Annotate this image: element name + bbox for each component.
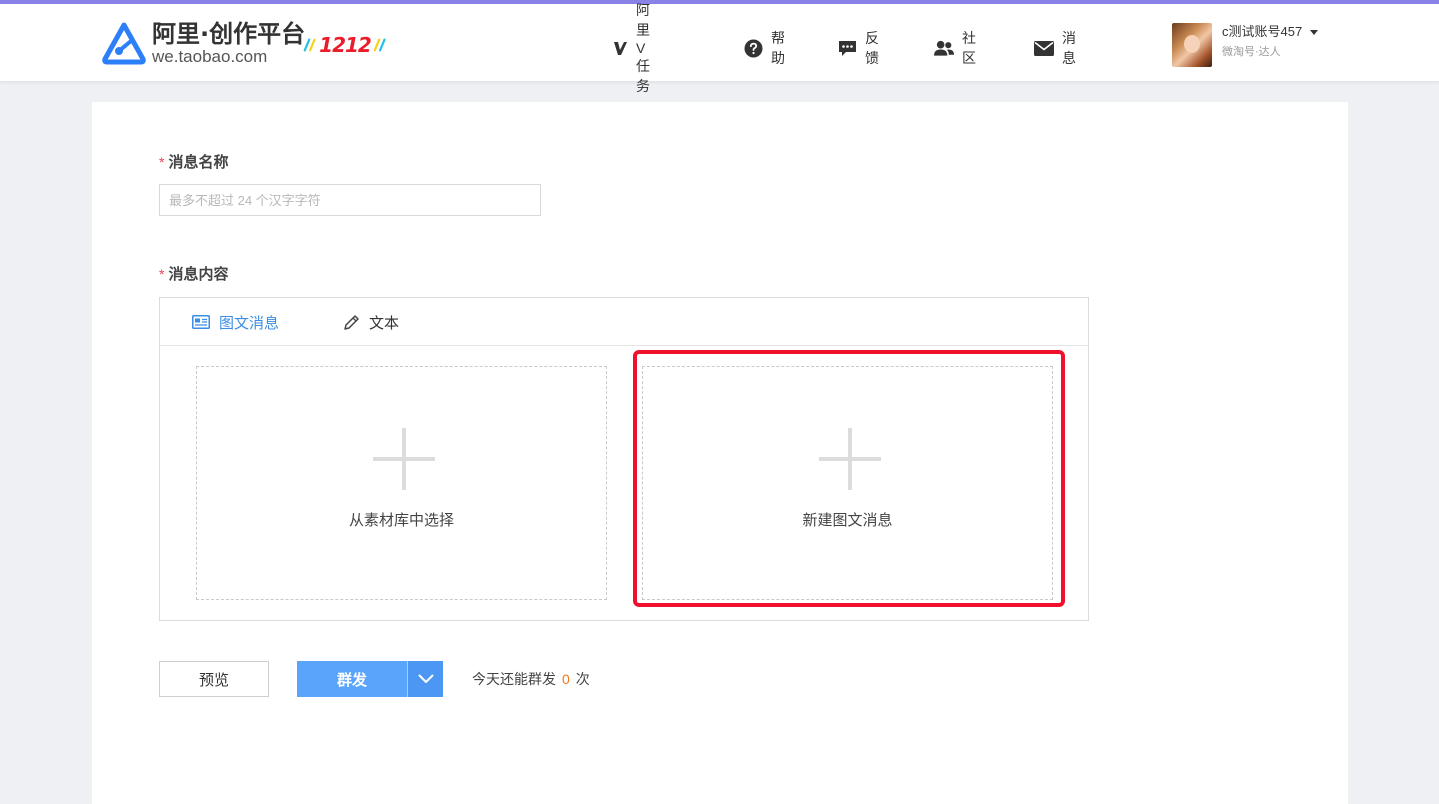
v-icon — [612, 38, 628, 58]
tab-image-text[interactable]: 图文消息 — [191, 312, 279, 332]
nav-item-feedback[interactable]: 反馈 — [838, 30, 880, 66]
tab-text[interactable]: 文本 — [341, 312, 399, 332]
quota-count: 0 — [562, 671, 570, 687]
content-field-label: * 消息内容 — [159, 263, 228, 284]
name-label-text: 消息名称 — [168, 154, 229, 171]
tab-label: 文本 — [369, 314, 400, 332]
nav-item-label: 反馈 — [865, 30, 879, 66]
choose-from-library-card[interactable]: 从素材库中选择 — [196, 366, 607, 600]
preview-button[interactable]: 预览 — [159, 661, 269, 697]
name-field-label: * 消息名称 — [159, 151, 228, 172]
logo-mark-icon — [101, 21, 147, 67]
envelope-icon — [1034, 38, 1054, 58]
nav-item-label: 帮助 — [771, 30, 785, 66]
people-icon — [934, 38, 954, 58]
chat-bubble-icon — [838, 38, 857, 58]
send-options-dropdown[interactable] — [407, 661, 443, 697]
nav-item-help[interactable]: 帮助 — [744, 30, 786, 66]
create-image-text-card[interactable]: 新建图文消息 — [642, 366, 1053, 600]
badge-text: 1212 — [319, 33, 372, 57]
user-name: c测试账号457 — [1222, 24, 1303, 39]
nav-item-community[interactable]: 社区 — [934, 30, 976, 66]
required-mark: * — [159, 153, 165, 170]
site-logo[interactable]: 阿里·创作平台 we.taobao.com — [101, 21, 305, 67]
avatar — [1172, 23, 1212, 67]
pencil-icon — [341, 312, 361, 332]
tab-label: 图文消息 — [219, 314, 280, 332]
nav-item-label: 阿里V任务 — [636, 2, 650, 94]
logo-title: 阿里·创作平台 — [152, 20, 306, 48]
nav-item-label: 消息 — [1062, 30, 1076, 66]
send-quota: 今天还能群发 0 次 — [472, 669, 590, 689]
nav-item-v-task[interactable]: 阿里V任务 — [612, 2, 654, 94]
logo-subtitle: we.taobao.com — [152, 47, 268, 66]
required-mark: * — [159, 265, 165, 282]
card-label: 从素材库中选择 — [348, 512, 454, 529]
help-circle-icon — [744, 38, 763, 58]
site-header: 阿里·创作平台 we.taobao.com 1212 阿里V任务 帮助 反馈 社… — [0, 2, 1439, 94]
image-card-icon — [191, 312, 211, 332]
chevron-down-icon — [418, 674, 433, 683]
plus-icon — [373, 428, 435, 490]
content-type-tabs: 图文消息 文本 — [160, 298, 1088, 346]
event-badge: 1212 — [303, 33, 387, 57]
send-button[interactable]: 群发 — [297, 661, 407, 697]
nav-item-messages[interactable]: 消息 — [1034, 30, 1076, 66]
nav-item-label: 社区 — [962, 30, 976, 66]
badge-stripes-left-icon — [303, 38, 316, 52]
card-label: 新建图文消息 — [802, 512, 893, 529]
message-name-input[interactable] — [159, 184, 541, 216]
badge-stripes-right-icon — [373, 38, 386, 52]
plus-icon — [819, 428, 881, 490]
quota-suffix: 次 — [575, 671, 590, 687]
quota-prefix: 今天还能群发 — [472, 671, 556, 687]
caret-down-icon — [1310, 29, 1319, 35]
user-role: 微淘号·达人 — [1222, 46, 1281, 58]
content-label-text: 消息内容 — [168, 266, 229, 283]
user-menu[interactable]: c测试账号457 微淘号·达人 — [1172, 23, 1319, 67]
